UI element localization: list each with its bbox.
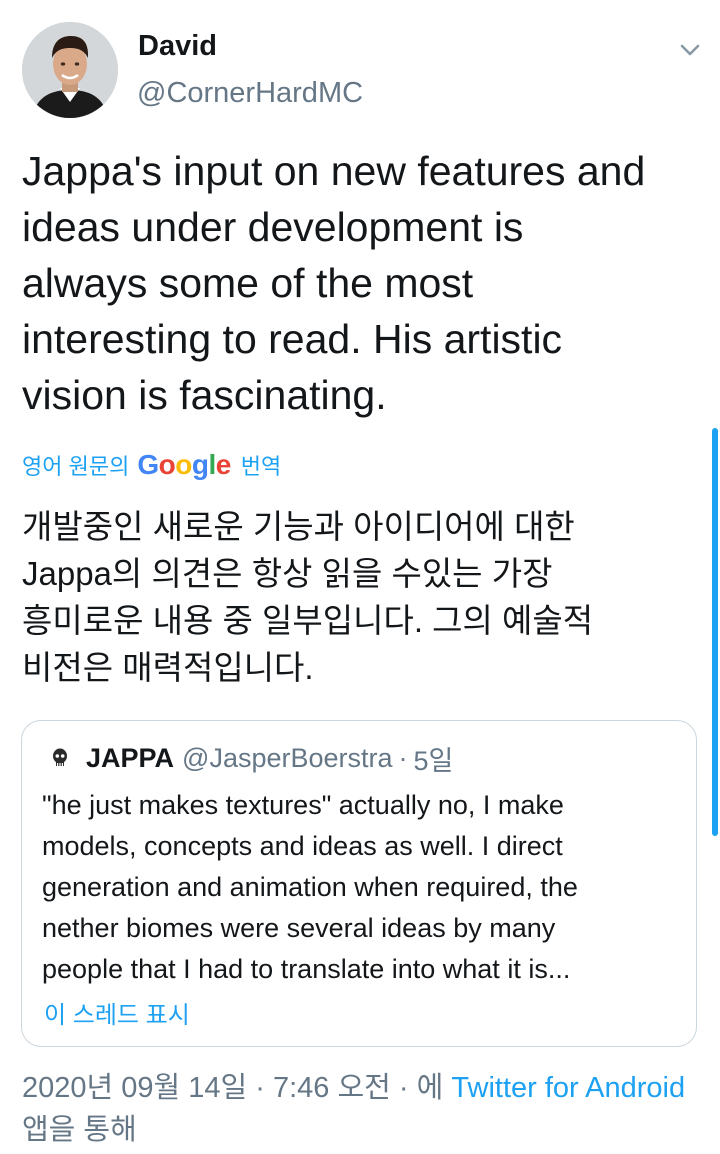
chevron-down-icon[interactable] — [676, 36, 704, 64]
tweet-text-line: Jappa's input on new features and — [22, 148, 646, 194]
google-logo-letter: G — [137, 449, 159, 480]
tweet-text-line: always some of the most — [22, 260, 474, 306]
quoted-author-handle[interactable]: @JasperBoerstra — [182, 743, 393, 774]
translation-prefix: 영어 원문의 — [22, 454, 130, 479]
google-logo-letter: l — [208, 449, 216, 480]
avatar[interactable] — [22, 22, 118, 118]
translated-text-line: Jappa의 의견은 항상 읽을 수있는 가장 — [22, 555, 553, 592]
quoted-text-line: generation and animation when required, … — [42, 872, 578, 902]
tweet-text-line: ideas under development is — [22, 204, 524, 250]
google-logo-letter: g — [191, 449, 209, 480]
scrollbar[interactable] — [712, 428, 718, 836]
client-app-link[interactable]: Twitter for Android — [451, 1072, 685, 1104]
google-logo-letter: o — [175, 449, 192, 480]
google-logo: Google — [137, 449, 232, 481]
translated-text-line: 비전은 매력적입니다. — [22, 649, 314, 686]
quoted-text-line: nether biomes were several ideas by many — [42, 913, 556, 943]
tweet-date[interactable]: 2020년 09월 14일 — [22, 1072, 247, 1104]
quoted-tweet-card[interactable]: JAPPA @JasperBoerstra · 5일 "he just make… — [21, 720, 697, 1047]
via-prefix: 에 — [416, 1072, 444, 1104]
translated-text-line: 개발중인 새로운 기능과 아이디어에 대한 — [22, 508, 575, 545]
tweet-time[interactable]: 7:46 오전 — [273, 1072, 391, 1104]
quoted-time[interactable]: 5일 — [414, 739, 454, 778]
quoted-tweet-text: "he just makes textures" actually no, I … — [42, 785, 682, 990]
skull-avatar-icon — [48, 746, 72, 770]
translated-text: 개발중인 새로운 기능과 아이디어에 대한 Jappa의 의견은 항상 읽을 수있… — [22, 503, 702, 691]
quoted-avatar[interactable] — [48, 746, 72, 770]
separator-dot: · — [398, 1072, 409, 1104]
translation-suffix: 번역 — [240, 454, 282, 479]
show-thread-link[interactable]: 이 스레드 표시 — [44, 995, 190, 1030]
quoted-author-name[interactable]: JAPPA — [86, 743, 174, 774]
translation-attribution[interactable]: 영어 원문의 Google 번역 — [22, 448, 281, 482]
tweet-text: Jappa's input on new features and ideas u… — [22, 143, 702, 423]
google-logo-letter: o — [158, 449, 176, 480]
author-display-name[interactable]: David — [138, 30, 217, 63]
tweet-text-line: vision is fascinating. — [22, 372, 387, 418]
quoted-tweet-header: JAPPA @JasperBoerstra · 5일 — [48, 739, 454, 778]
quoted-text-line: models, concepts and ideas as well. I di… — [42, 831, 563, 861]
quoted-text-line: people that I had to translate into what… — [42, 954, 571, 984]
profile-photo — [22, 22, 118, 118]
translated-text-line: 흥미로운 내용 중 일부입니다. 그의 예술적 — [22, 602, 594, 639]
author-handle[interactable]: @CornerHardMC — [137, 77, 363, 110]
separator-dot: · — [255, 1072, 265, 1104]
google-logo-letter: e — [215, 449, 232, 480]
tweet-text-line: interesting to read. His artistic — [22, 316, 563, 362]
tweet-metadata: 2020년 09월 14일 · 7:46 오전 · 에 Twitter for … — [22, 1067, 712, 1151]
via-suffix: 앱을 통해 — [22, 1114, 137, 1146]
separator-dot: · — [398, 742, 408, 773]
quoted-text-line: "he just makes textures" actually no, I … — [42, 790, 564, 820]
